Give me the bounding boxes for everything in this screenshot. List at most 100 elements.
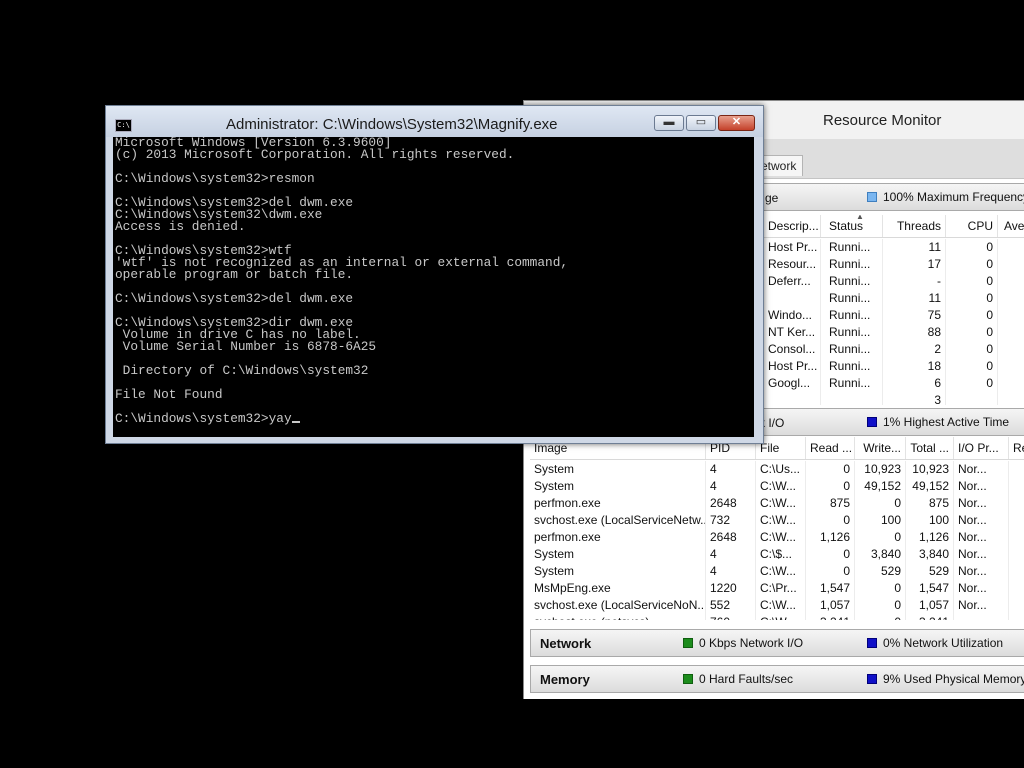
table-cell: Runni... <box>825 256 883 273</box>
table-cell: 0 <box>806 563 855 580</box>
network-io-indicator-icon <box>683 638 693 648</box>
disk-active-time-stat: 1% Highest Active Time <box>867 415 1009 429</box>
table-cell: svchost.exe (LocalServiceNetw... <box>530 512 706 529</box>
table-cell: 3,241 <box>806 614 855 620</box>
memory-section-header[interactable]: Memory 0 Hard Faults/sec 9% Used Physica… <box>530 665 1024 693</box>
table-row[interactable]: svchost.exe (LocalServiceNoN... 552 C:\W..… <box>530 597 1024 614</box>
minimize-button[interactable]: ▬ <box>654 115 684 131</box>
cpu-frequency-text: 100% Maximum Frequency <box>883 190 1024 204</box>
table-cell: 0 <box>946 375 998 392</box>
table-cell: Deferr... <box>764 273 821 290</box>
table-row[interactable]: svchost.exe (LocalServiceNetw... 732 C:\W.… <box>530 512 1024 529</box>
console-area[interactable]: Microsoft Windows [Version 6.3.9600] (c)… <box>113 137 754 437</box>
disk-column-header[interactable]: Re <box>1009 437 1024 459</box>
table-cell: System <box>530 546 706 563</box>
table-cell: svchost.exe (LocalServiceNoN... <box>530 597 706 614</box>
table-cell: - <box>883 273 946 290</box>
cmd-titlebar[interactable]: C:\ Administrator: C:\Windows\System32\M… <box>106 106 763 137</box>
table-cell: 529 <box>906 563 954 580</box>
table-cell: Runni... <box>825 273 883 290</box>
command-prompt-window[interactable]: C:\ Administrator: C:\Windows\System32\M… <box>105 105 764 444</box>
table-cell: Nor... <box>954 461 1009 478</box>
table-cell: Nor... <box>954 512 1009 529</box>
cpu-column-header[interactable]: Descrip... <box>764 215 821 237</box>
resource-monitor-title: Resource Monitor <box>823 112 942 129</box>
table-cell: C:\W... <box>756 478 806 495</box>
table-cell: MsMpEng.exe <box>530 580 706 597</box>
disk-column-header[interactable]: I/O Pr... <box>954 437 1009 459</box>
network-section-title: Network <box>540 636 592 651</box>
table-cell: 6 <box>883 375 946 392</box>
table-cell: svchost.exe (netsvcs) <box>530 614 706 620</box>
maximize-button[interactable]: ▭ <box>686 115 716 131</box>
table-row[interactable]: perfmon.exe 2648 C:\W... 875 0 875 Nor... <box>530 495 1024 512</box>
close-button[interactable]: ✕ <box>718 115 755 131</box>
cpu-frequency-stat: 100% Maximum Frequency <box>867 190 1024 204</box>
table-cell <box>825 392 883 405</box>
table-cell: Resour... <box>764 256 821 273</box>
table-cell: NT Ker... <box>764 324 821 341</box>
console-output: Microsoft Windows [Version 6.3.9600] (c)… <box>115 137 568 425</box>
table-cell <box>764 392 821 405</box>
disk-active-time-text: 1% Highest Active Time <box>883 415 1010 429</box>
cpu-column-header[interactable]: Status <box>825 215 883 237</box>
table-cell: C:\Us... <box>756 461 806 478</box>
table-cell: 0 <box>855 580 906 597</box>
table-cell: C:\W... <box>756 563 806 580</box>
hard-faults-stat: 0 Hard Faults/sec <box>683 672 793 686</box>
table-cell: Nor... <box>954 495 1009 512</box>
table-cell: 732 <box>706 512 756 529</box>
cpu-column-header[interactable]: Ave <box>1000 215 1024 237</box>
table-row[interactable]: System 4 C:\W... 0 49,152 49,152 Nor... <box>530 478 1024 495</box>
table-cell: C:\Pr... <box>756 580 806 597</box>
table-cell: 2648 <box>706 529 756 546</box>
table-row[interactable]: System 4 C:\W... 0 529 529 Nor... <box>530 563 1024 580</box>
table-cell: Nor... <box>954 529 1009 546</box>
table-cell: 1,547 <box>806 580 855 597</box>
table-cell: 0 <box>946 341 998 358</box>
table-row[interactable]: System 4 C:\$... 0 3,840 3,840 Nor... <box>530 546 1024 563</box>
table-cell: Nor... <box>954 597 1009 614</box>
disk-column-header[interactable]: Write... <box>855 437 906 459</box>
table-cell: 0 <box>946 239 998 256</box>
cpu-column-header[interactable]: Threads <box>883 215 946 237</box>
table-cell: 3,840 <box>906 546 954 563</box>
table-cell: System <box>530 478 706 495</box>
table-cell: 760 <box>706 614 756 620</box>
console-app-icon[interactable]: C:\ <box>115 119 132 132</box>
memory-section-title: Memory <box>540 672 590 687</box>
table-cell: Consol... <box>764 341 821 358</box>
hard-faults-indicator-icon <box>683 674 693 684</box>
table-cell: 4 <box>706 546 756 563</box>
table-cell: 75 <box>883 307 946 324</box>
table-cell: Nor... <box>954 546 1009 563</box>
table-cell: 49,152 <box>855 478 906 495</box>
table-cell: 11 <box>883 239 946 256</box>
cpu-column-header[interactable]: CPU <box>946 215 998 237</box>
table-row[interactable]: svchost.exe (netsvcs)760C:\W...3,24103,2… <box>530 614 1024 620</box>
table-cell: 88 <box>883 324 946 341</box>
network-io-text: 0 Kbps Network I/O <box>699 636 804 650</box>
table-cell: 3,840 <box>855 546 906 563</box>
table-cell: Googl... <box>764 375 821 392</box>
disk-activity-table[interactable]: Image PID File Read ... Write... Total ... I/O… <box>530 437 1024 620</box>
cmd-window-title: Administrator: C:\Windows\System32\Magni… <box>226 116 558 133</box>
disk-column-header[interactable]: Read ... <box>806 437 855 459</box>
network-section-header[interactable]: Network 0 Kbps Network I/O 0% Network Ut… <box>530 629 1024 657</box>
table-row[interactable]: System 4 C:\Us... 0 10,923 10,923 Nor... <box>530 461 1024 478</box>
table-cell: 3 <box>883 392 946 405</box>
table-cell: 2 <box>883 341 946 358</box>
table-row[interactable]: MsMpEng.exe 1220 C:\Pr... 1,547 0 1,547 Nor... <box>530 580 1024 597</box>
table-cell: 1220 <box>706 580 756 597</box>
table-cell: 0 <box>806 478 855 495</box>
table-cell: 3,241 <box>906 614 954 620</box>
table-cell: Runni... <box>825 341 883 358</box>
table-cell: C:\W... <box>756 529 806 546</box>
table-cell: C:\W... <box>756 512 806 529</box>
table-cell: Nor... <box>954 478 1009 495</box>
table-cell: System <box>530 461 706 478</box>
text-cursor <box>291 421 300 423</box>
table-row[interactable]: perfmon.exe 2648 C:\W... 1,126 0 1,126 Nor... <box>530 529 1024 546</box>
disk-column-header[interactable]: Total ... <box>906 437 954 459</box>
table-cell: perfmon.exe <box>530 495 706 512</box>
